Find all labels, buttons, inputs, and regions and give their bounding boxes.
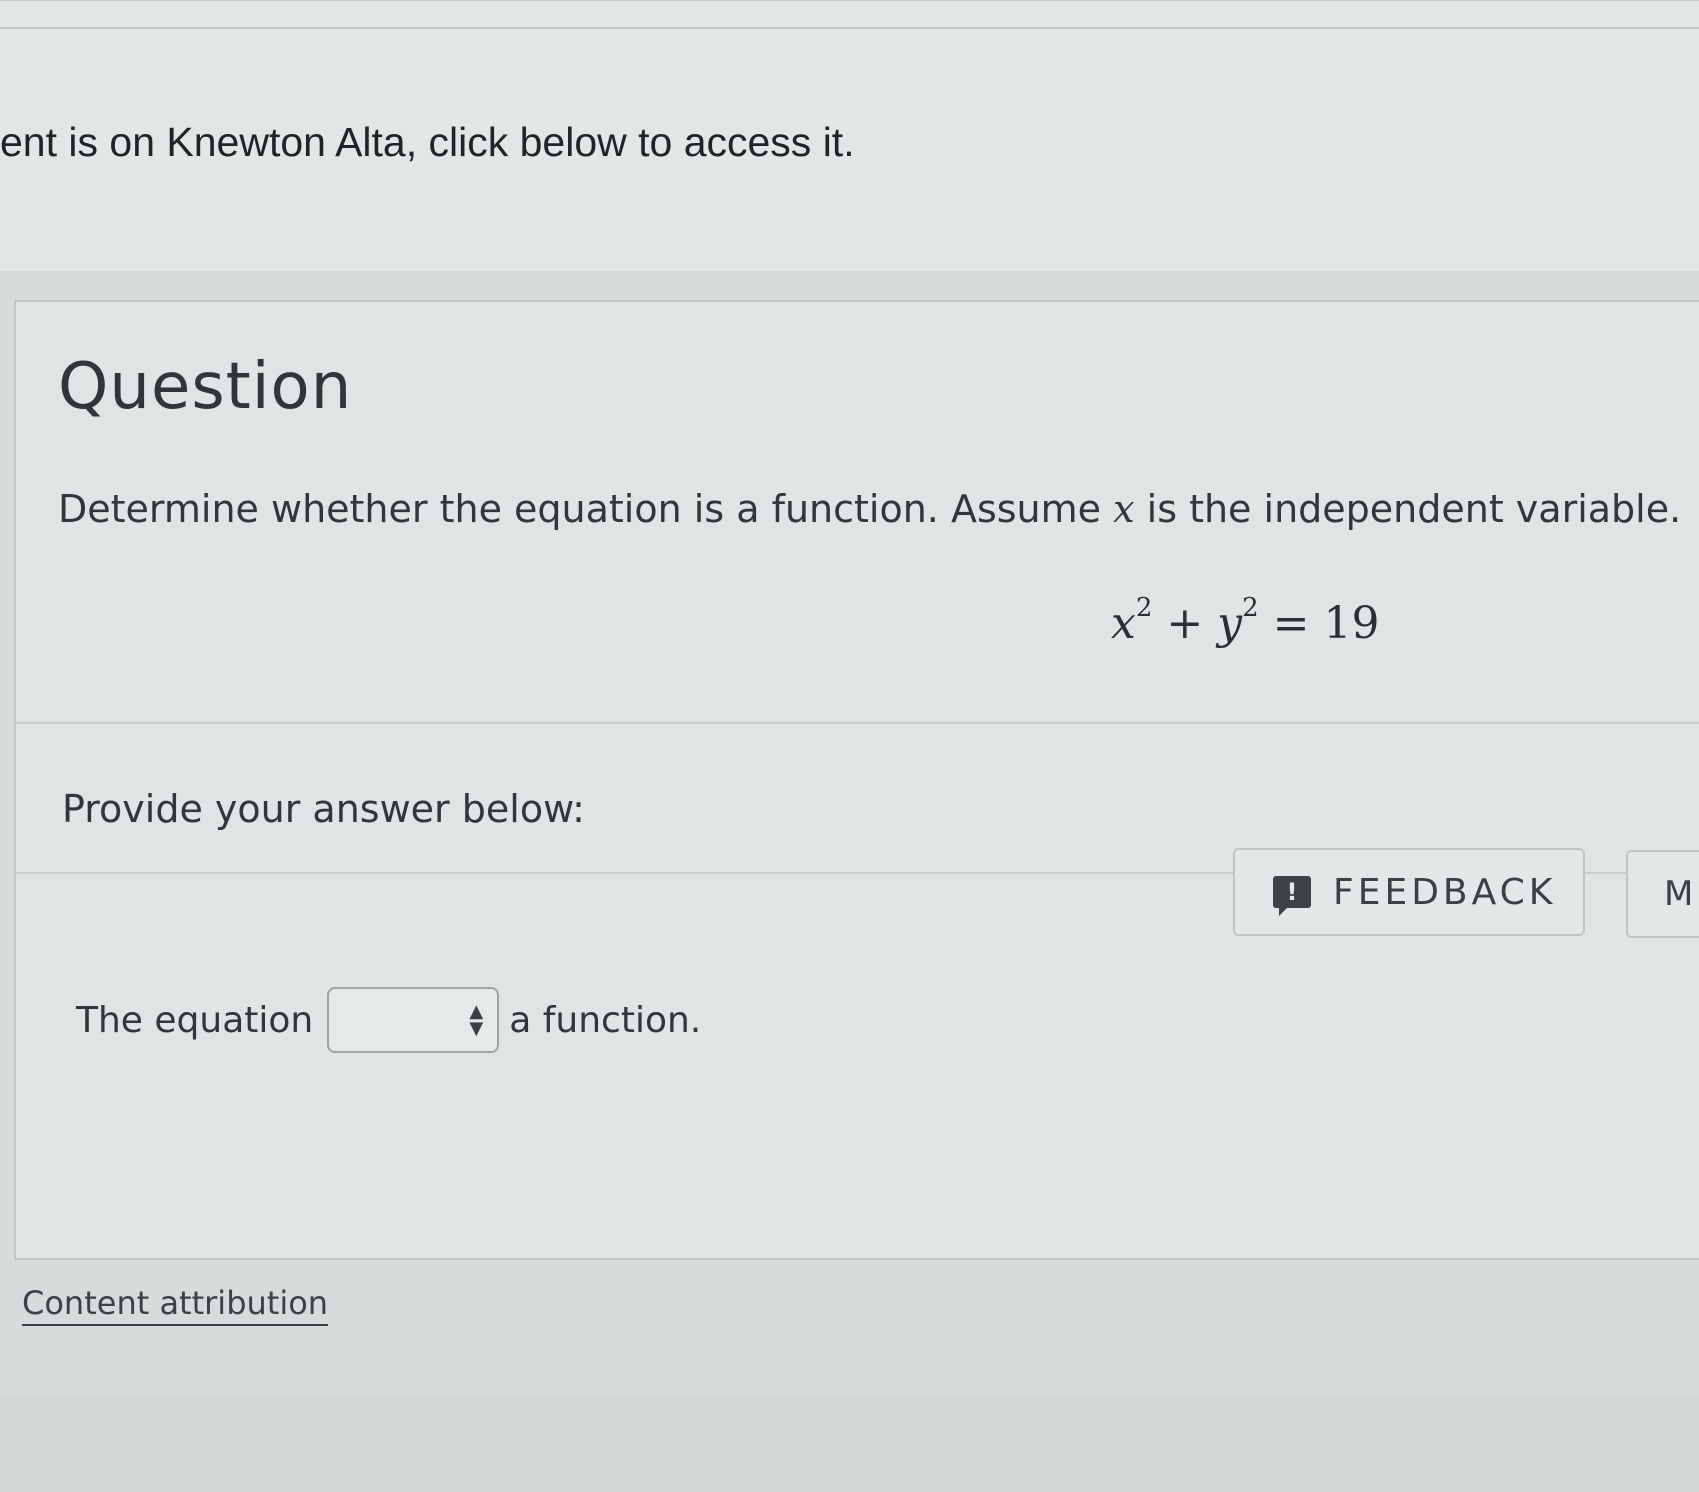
equation-x: x [1111, 598, 1136, 649]
prompt-text-after: is the independent variable. [1134, 487, 1682, 531]
question-card: Question Determine whether the equation … [14, 300, 1699, 1260]
equation: x2 + y2 = 19 [1111, 595, 1380, 649]
content-attribution-link[interactable]: Content attribution [22, 1284, 328, 1322]
more-label: M [1664, 874, 1694, 914]
feedback-icon: ! [1273, 876, 1311, 916]
equation-y: y [1217, 598, 1243, 649]
prompt-variable: x [1113, 487, 1135, 531]
answer-text-before: The equation [76, 999, 314, 1041]
equation-x-exponent: 2 [1135, 593, 1153, 623]
top-divider [0, 27, 1699, 29]
equation-y-exponent: 2 [1242, 593, 1259, 623]
question-title: Question [58, 350, 353, 424]
equation-rhs: = 19 [1258, 598, 1380, 649]
answer-label: Provide your answer below: [62, 787, 585, 831]
up-down-arrows-icon: ▲ ▼ [469, 1001, 484, 1039]
bottom-band [0, 1395, 1699, 1492]
question-prompt: Determine whether the equation is a func… [58, 487, 1681, 531]
prompt-text-before: Determine whether the equation is a func… [58, 487, 1114, 531]
top-area: ent is on Knewton Alta, click below to a… [0, 0, 1699, 271]
feedback-label: FEEDBACK [1333, 871, 1557, 913]
equation-plus: + [1152, 598, 1218, 649]
answer-sentence: The equation ▲ ▼ a function. [76, 987, 701, 1053]
feedback-button[interactable]: ! FEEDBACK [1233, 848, 1585, 936]
answer-text-after: a function. [509, 999, 702, 1041]
more-button[interactable]: M [1626, 850, 1699, 938]
knewton-alta-notice: ent is on Knewton Alta, click below to a… [0, 119, 855, 165]
is-function-select[interactable]: ▲ ▼ [327, 987, 500, 1053]
section-divider [16, 722, 1699, 724]
